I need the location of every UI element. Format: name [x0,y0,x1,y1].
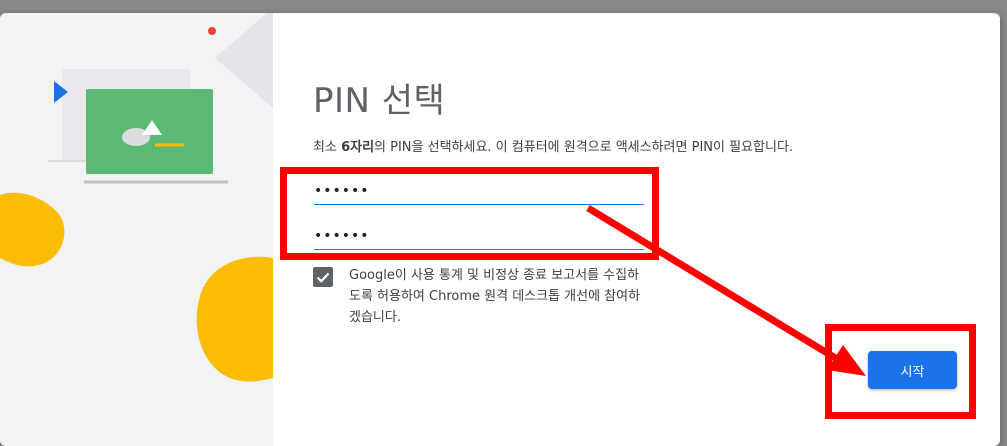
form-panel: PIN 선택 최소 6자리의 PIN을 선택하세요. 이 컴퓨터에 원격으로 액… [273,13,1000,446]
pin-confirm-input[interactable] [314,223,644,250]
consent-checkbox[interactable] [313,267,333,287]
check-icon [316,272,330,283]
pin-dialog: PIN 선택 최소 6자리의 PIN을 선택하세요. 이 컴퓨터에 원격으로 액… [0,13,1000,446]
consent-label: Google이 사용 통계 및 비정상 종료 보고서를 수집하도록 허용하여 C… [349,268,641,325]
remote-desktop-illustration [0,13,273,382]
description-text-2: 의 PIN을 선택하세요. 이 컴퓨터에 원격으로 액세스하려면 PIN이 필요… [374,140,794,155]
description-bold: 6자리 [341,140,375,155]
start-button[interactable]: 시작 [868,351,957,389]
pin-description: 최소 6자리의 PIN을 선택하세요. 이 컴퓨터에 원격으로 액세스하려면 P… [313,136,953,155]
pin-input[interactable] [314,178,644,205]
illustration-panel [0,13,273,446]
page-title: PIN 선택 [313,81,446,121]
description-text-1: 최소 [313,140,342,155]
